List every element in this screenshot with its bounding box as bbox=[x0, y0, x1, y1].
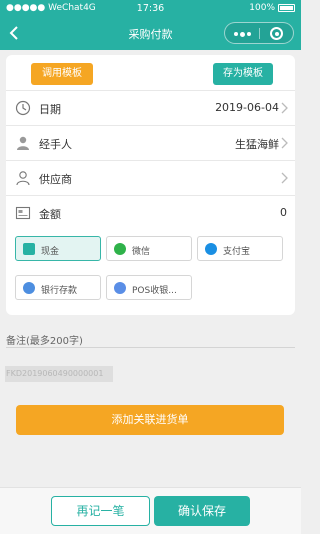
footer-bar: 再记一笔 确认保存 bbox=[0, 487, 301, 534]
supplier-label: 供应商 bbox=[39, 173, 72, 186]
battery-percent: 100% bbox=[249, 3, 275, 13]
miniprogram-capsule bbox=[224, 22, 294, 44]
pay-bank-button[interactable]: 银行存款 bbox=[15, 275, 101, 300]
wechat-icon bbox=[114, 243, 126, 255]
save-template-button[interactable]: 存为模板 bbox=[213, 63, 273, 85]
pay-cash-button[interactable]: 现金 bbox=[15, 236, 101, 261]
handler-row[interactable]: 经手人 生猛海鲜 bbox=[6, 125, 295, 160]
clock-icon bbox=[15, 100, 31, 116]
chevron-right-icon bbox=[281, 172, 288, 184]
amount-label: 金额 bbox=[39, 208, 61, 221]
person-icon bbox=[17, 136, 29, 150]
pay-wechat-button[interactable]: 微信 bbox=[106, 236, 192, 261]
supplier-row[interactable]: 供应商 bbox=[6, 160, 295, 195]
user-outline-icon bbox=[16, 171, 30, 186]
use-template-button[interactable]: 调用模板 bbox=[31, 63, 93, 85]
alipay-icon bbox=[205, 243, 217, 255]
close-miniprogram-icon[interactable] bbox=[270, 27, 283, 40]
battery-status: 100% bbox=[249, 3, 295, 13]
capsule-divider bbox=[259, 28, 260, 39]
battery-icon bbox=[278, 4, 295, 12]
pay-pos-label: POS收银... bbox=[132, 286, 177, 296]
pay-alipay-label: 支付宝 bbox=[223, 247, 251, 257]
pay-wechat-label: 微信 bbox=[132, 247, 151, 257]
record-another-button[interactable]: 再记一笔 bbox=[51, 496, 150, 526]
status-bar: ●●●●● WeChat4G 17:36 100% bbox=[0, 0, 301, 17]
amount-icon bbox=[15, 206, 31, 220]
amount-row[interactable]: 金额 0 bbox=[6, 195, 295, 230]
date-value: 2019-06-04 bbox=[215, 101, 279, 114]
bank-icon bbox=[23, 282, 35, 294]
pay-bank-label: 银行存款 bbox=[41, 286, 78, 296]
chevron-right-icon bbox=[281, 102, 288, 114]
add-linked-purchase-button[interactable]: 添加关联进货单 bbox=[16, 405, 284, 435]
handler-value: 生猛海鲜 bbox=[235, 138, 279, 151]
cash-icon bbox=[23, 243, 35, 255]
chevron-right-icon bbox=[281, 137, 288, 149]
confirm-save-button[interactable]: 确认保存 bbox=[154, 496, 250, 526]
pay-cash-label: 现金 bbox=[41, 247, 60, 257]
date-label: 日期 bbox=[39, 103, 61, 116]
handler-label: 经手人 bbox=[39, 138, 72, 151]
order-code: FKD2019060490000001 bbox=[5, 366, 113, 382]
pos-icon bbox=[114, 282, 126, 294]
remark-label: 备注(最多200字) bbox=[6, 336, 83, 347]
payment-form-card: 调用模板 存为模板 日期 2019-06-04 经手人 生猛海鲜 供应商 金额 … bbox=[6, 55, 295, 315]
date-row[interactable]: 日期 2019-06-04 bbox=[6, 90, 295, 125]
pay-alipay-button[interactable]: 支付宝 bbox=[197, 236, 283, 261]
nav-bar: 采购付款 bbox=[0, 17, 301, 50]
amount-value: 0 bbox=[280, 206, 287, 219]
more-icon[interactable] bbox=[234, 31, 251, 37]
remark-input[interactable] bbox=[6, 347, 295, 348]
pay-pos-button[interactable]: POS收银... bbox=[106, 275, 192, 300]
